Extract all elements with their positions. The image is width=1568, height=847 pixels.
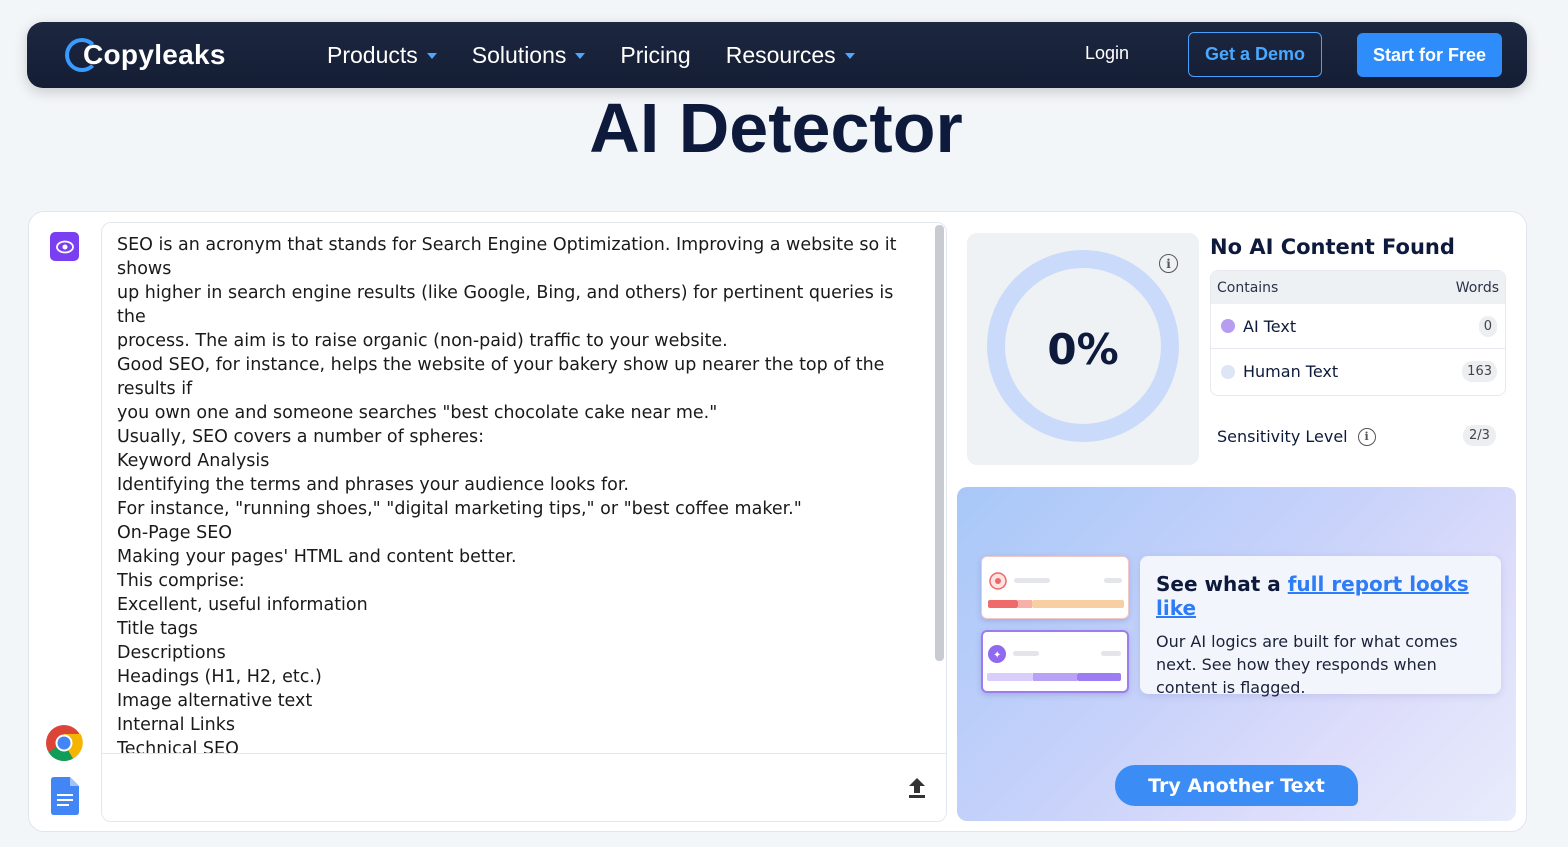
promo-text-card: See what a full report looks like Our AI… xyxy=(1140,556,1501,697)
promo-body: Our AI logics are built for what comes n… xyxy=(1156,632,1458,697)
editor-footer xyxy=(102,753,946,821)
contains-header: Contains xyxy=(1217,279,1279,296)
stats-row-label: AI Text xyxy=(1243,316,1297,336)
nav-menu: Products Solutions Pricing Resources xyxy=(327,22,890,88)
get-demo-button[interactable]: Get a Demo xyxy=(1188,32,1322,77)
google-docs-icon[interactable] xyxy=(51,777,79,815)
nav-item-label: Solutions xyxy=(471,41,567,68)
report-preview-card-human xyxy=(981,556,1129,619)
text-editor[interactable]: SEO is an acronym that stands for Search… xyxy=(101,222,947,822)
editor-textarea[interactable]: SEO is an acronym that stands for Search… xyxy=(117,233,917,753)
nav-item-label: Products xyxy=(327,41,418,68)
stats-row-ai-text: AI Text 0 xyxy=(1211,304,1505,349)
promo-heading-prefix: See what a xyxy=(1156,572,1288,596)
info-icon[interactable]: i xyxy=(1357,427,1376,446)
nav-item-pricing[interactable]: Pricing xyxy=(620,42,690,69)
start-for-free-button[interactable]: Start for Free xyxy=(1357,33,1502,77)
sensitivity-value[interactable]: 2/3 xyxy=(1463,425,1496,446)
login-link[interactable]: Login xyxy=(1085,43,1129,64)
chevron-down-icon xyxy=(426,53,437,59)
stats-row-human-text: Human Text 163 xyxy=(1211,349,1505,394)
promo-heading: See what a full report looks like xyxy=(1156,572,1485,620)
human-text-dot xyxy=(1221,364,1235,379)
brand-logo[interactable]: Copyleaks xyxy=(65,36,226,74)
chrome-icon[interactable] xyxy=(45,724,83,762)
human-word-count: 163 xyxy=(1462,361,1497,382)
try-another-text-button[interactable]: Try Another Text xyxy=(1115,765,1358,806)
info-icon[interactable]: i xyxy=(1159,254,1178,273)
stats-table: Contains Words AI Text 0 Human Text 163 xyxy=(1210,270,1506,396)
words-header: Words xyxy=(1455,279,1499,296)
ai-score-percent: 0% xyxy=(1047,325,1119,374)
logo-ring-icon xyxy=(65,38,99,72)
stats-row-label: Human Text xyxy=(1243,362,1339,381)
svg-text:✦: ✦ xyxy=(993,650,1001,661)
nav-item-resources[interactable]: Resources xyxy=(726,42,855,69)
nav-item-label: Resources xyxy=(725,41,836,68)
nav-item-label: Pricing xyxy=(620,41,691,68)
chevron-down-icon xyxy=(575,53,586,59)
result-title: No AI Content Found xyxy=(1210,235,1455,259)
report-promo: ✦ See what a full report looks like Our … xyxy=(957,487,1516,821)
upload-icon[interactable] xyxy=(906,776,928,800)
ai-word-count: 0 xyxy=(1478,315,1497,337)
brand-name: Copyleaks xyxy=(83,39,226,70)
editor-scrollbar[interactable] xyxy=(935,225,944,661)
chevron-down-icon xyxy=(844,53,855,59)
nav-item-products[interactable]: Products xyxy=(327,42,437,69)
report-preview-card-ai: ✦ xyxy=(981,630,1129,693)
sensitivity-level: Sensitivity Level i xyxy=(1217,427,1376,446)
eye-icon[interactable] xyxy=(50,232,79,261)
page-title: AI Detector xyxy=(589,89,963,167)
nav-item-solutions[interactable]: Solutions xyxy=(472,42,586,69)
ai-text-dot xyxy=(1221,319,1235,333)
sensitivity-label: Sensitivity Level xyxy=(1217,427,1348,446)
stats-table-header: Contains Words xyxy=(1211,271,1505,304)
top-navbar: Copyleaks Products Solutions Pricing Res… xyxy=(27,22,1527,88)
